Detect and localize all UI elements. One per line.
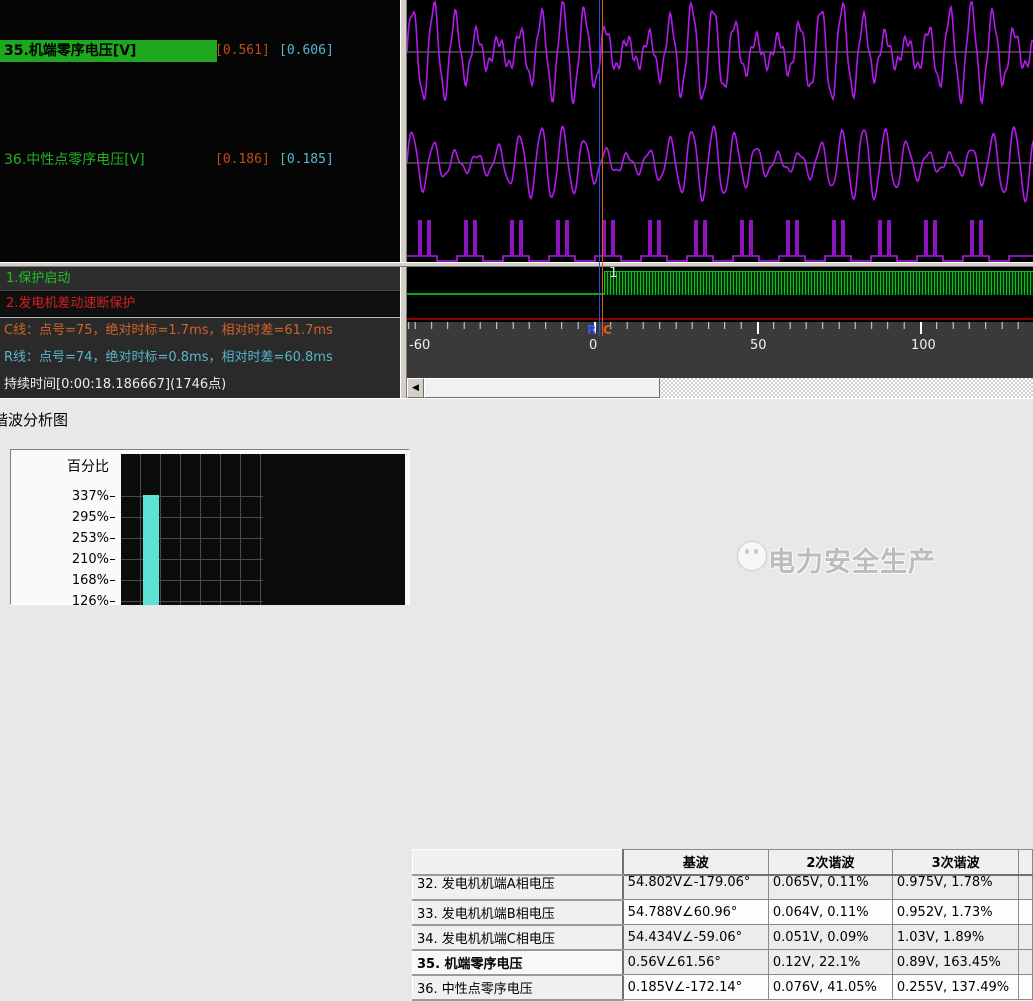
c-cursor-info: C线：点号=75，绝对时标=1.7ms，相对时差=61.7ms: [4, 323, 333, 338]
h2-value: 0.064V, 0.11%: [767, 899, 893, 925]
table-row-36[interactable]: 36. 中性点零序电压 0.185V∠-172.14° 0.076V, 41.0…: [411, 974, 1033, 1001]
digital-channel-1-label[interactable]: 1.保护启动: [0, 267, 400, 291]
ytick-126: 126%: [25, 594, 115, 609]
header-empty: [411, 849, 624, 876]
signal-35-label[interactable]: 35.机端零序电压[V]: [0, 40, 217, 62]
cursor-info-panel: C线：点号=75，绝对时标=1.7ms，相对时差=61.7ms R线：点号=74…: [0, 317, 400, 399]
analog-digital-separator[interactable]: [0, 262, 1033, 267]
horizontal-scrollbar[interactable]: ◀: [407, 378, 1033, 398]
chart-ylabel: 百分比: [67, 459, 109, 475]
time-axis: -60 0 50 100 R C ◀: [407, 322, 1033, 398]
table-header-row: 基波 2次谐波 3次谐波: [411, 849, 1033, 876]
ytick-337: 337%: [25, 489, 115, 504]
harmonic-table: 基波 2次谐波 3次谐波 32. 发电机机端A相电压 54.802V∠-179.…: [411, 849, 1033, 1001]
axis-tick-100: [920, 322, 922, 334]
table-row-35-selected[interactable]: 35. 机端零序电压 0.56V∠61.56° 0.12V, 22.1% 0.8…: [411, 949, 1033, 976]
h2-value: 0.051V, 0.09%: [767, 924, 893, 950]
fund-value: 54.434V∠-59.06°: [622, 924, 769, 950]
ytick-168: 168%: [25, 573, 115, 588]
analog-waveforms: [407, 0, 1033, 262]
ytick-210: 210%: [25, 552, 115, 567]
digital-1-high-trace: [604, 271, 1033, 295]
axis-label-minus60: -60: [409, 338, 431, 353]
digital-1-low-trace: [407, 293, 605, 295]
waveform-viewer-top-section: 35.机端零序电压[V] [0.561] [0.606] 36.中性点零序电压[…: [0, 0, 1033, 399]
table-row-33[interactable]: 33. 发电机机端B相电压 54.788V∠60.96° 0.064V, 0.1…: [411, 899, 1033, 926]
signal-row-35[interactable]: 35.机端零序电压[V] [0.561] [0.606]: [0, 40, 400, 62]
row-label[interactable]: 33. 发电机机端B相电压: [411, 899, 624, 926]
digital-event-label: 1: [609, 265, 618, 281]
row-label[interactable]: 35. 机端零序电压: [411, 949, 624, 976]
ytick-253: 253%: [25, 531, 115, 546]
c-cursor-line[interactable]: [602, 0, 603, 336]
fund-value: 54.788V∠60.96°: [622, 899, 769, 925]
r-cursor-info: R线：点号=74，绝对时标=0.8ms，相对时差=60.8ms: [4, 350, 333, 365]
header-3rd-harmonic: 3次谐波: [891, 849, 1020, 876]
header-stub: [1018, 849, 1033, 876]
r-cursor-line[interactable]: [599, 0, 600, 336]
c-cursor-mark[interactable]: C: [603, 323, 612, 337]
h3-value: 0.89V, 163.45%: [891, 949, 1020, 975]
signal-35-value-r: [0.606]: [279, 43, 334, 58]
table-row-32[interactable]: 32. 发电机机端A相电压 54.802V∠-179.06° 0.065V, 0…: [411, 874, 1033, 901]
waveform-plot-pane[interactable]: 1 -60 0 50 100 R C ◀: [407, 0, 1033, 398]
scrollbar-left-arrow[interactable]: ◀: [407, 378, 424, 398]
ytick-295: 295%: [25, 510, 115, 525]
digital-2-low-trace: [407, 318, 1033, 320]
h2-value: 0.065V, 0.11%: [772, 874, 869, 890]
header-2nd-harmonic: 2次谐波: [767, 849, 893, 876]
harmonic-bar: [143, 495, 159, 605]
fund-value: 0.56V∠61.56°: [622, 949, 769, 975]
duration-info: 持续时间[0:00:18.186667](1746点): [4, 377, 227, 392]
axis-label-0: 0: [589, 338, 598, 353]
header-fundamental: 基波: [622, 849, 769, 876]
r-cursor-mark[interactable]: R: [587, 323, 596, 337]
row-label[interactable]: 34. 发电机机端C相电压: [411, 924, 624, 951]
signal-36-value-r: [0.185]: [279, 152, 334, 167]
signal-row-36[interactable]: 36.中性点零序电压[V] [0.186] [0.185]: [0, 149, 400, 171]
harmonic-bar-plot: [121, 454, 405, 605]
digital-trace-zone: 1: [407, 265, 1033, 322]
axis-label-50: 50: [750, 338, 767, 353]
harmonic-chart-panel: 百分比 337% 295% 253% 210% 168% 126%: [10, 449, 410, 609]
signal-35-value-c: [0.561]: [215, 43, 270, 58]
h3-value: 0.255V, 137.49%: [891, 974, 1020, 1000]
row-label[interactable]: 32. 发电机机端A相电压: [417, 876, 555, 892]
h3-value: 0.975V, 1.78%: [896, 874, 993, 890]
fund-value: 54.802V∠-179.06°: [627, 874, 751, 890]
table-row-34[interactable]: 34. 发电机机端C相电压 54.434V∠-59.06° 0.051V, 0.…: [411, 924, 1033, 951]
row-label[interactable]: 36. 中性点零序电压: [411, 974, 624, 1001]
h3-value: 1.03V, 1.89%: [891, 924, 1020, 950]
h2-value: 0.12V, 22.1%: [767, 949, 893, 975]
section-title: 谐波分析图: [0, 411, 69, 429]
axis-tick-50: [757, 322, 759, 334]
axis-minor-ticks: [407, 322, 1033, 329]
fund-value: 0.185V∠-172.14°: [622, 974, 769, 1000]
scrollbar-thumb[interactable]: [424, 378, 660, 398]
signal-label-panel: 35.机端零序电压[V] [0.561] [0.606] 36.中性点零序电压[…: [0, 0, 400, 399]
axis-label-100: 100: [911, 338, 936, 353]
digital-channel-2-label[interactable]: 2.发电机差动速断保护: [0, 292, 400, 316]
h2-value: 0.076V, 41.05%: [767, 974, 893, 1000]
signal-36-value-c: [0.186]: [215, 152, 270, 167]
h3-value: 0.952V, 1.73%: [891, 899, 1020, 925]
signal-36-label[interactable]: 36.中性点零序电压[V]: [4, 149, 145, 171]
vertical-splitter[interactable]: [400, 0, 407, 398]
harmonic-analysis-section: 谐波分析图 百分比 337% 295% 253% 210% 168% 126% …: [0, 398, 1033, 1001]
